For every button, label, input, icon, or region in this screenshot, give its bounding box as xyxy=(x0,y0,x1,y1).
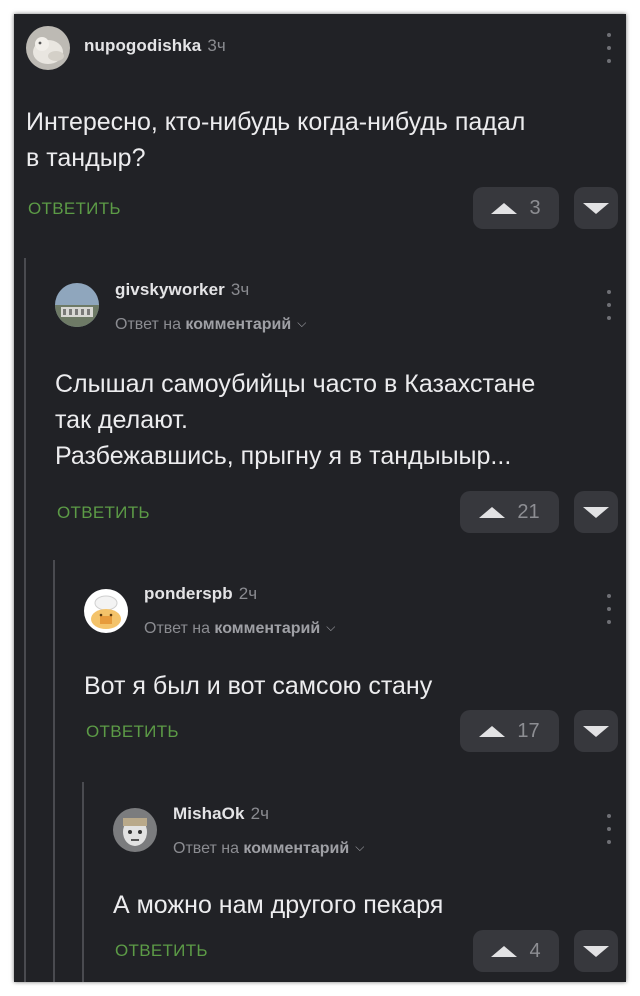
triangle-down-icon xyxy=(583,506,609,518)
comments-panel: nupogodishka 3ч Интересно, кто-нибудь ког… xyxy=(14,14,626,982)
thread-line-level-3 xyxy=(82,782,84,982)
downvote-button[interactable] xyxy=(574,710,618,752)
timestamp: 3ч xyxy=(207,36,226,55)
reply-button[interactable]: ОТВЕТИТЬ xyxy=(86,722,179,742)
reply-button[interactable]: ОТВЕТИТЬ xyxy=(57,503,150,523)
triangle-down-icon xyxy=(583,725,609,737)
avatar-cat-image xyxy=(26,26,70,70)
more-options-icon[interactable] xyxy=(604,33,614,63)
thread-line-level-1 xyxy=(24,258,26,982)
triangle-up-icon xyxy=(491,202,518,214)
upvote-button[interactable]: 4 xyxy=(473,930,559,972)
triangle-up-icon xyxy=(479,506,506,518)
timestamp: 2ч xyxy=(238,584,258,603)
reply-to-link[interactable]: Ответ на комментарий ⌵ xyxy=(115,316,306,334)
vote-count: 3 xyxy=(529,196,541,219)
vote-count: 21 xyxy=(517,500,540,523)
more-options-icon[interactable] xyxy=(604,814,614,844)
chevron-down-icon: ⌵ xyxy=(297,316,307,330)
avatar[interactable] xyxy=(26,26,70,70)
vote-count: 4 xyxy=(529,939,541,962)
comment-text: Интересно, кто-нибудь когда-нибудь падал… xyxy=(26,108,526,172)
timestamp: 2ч xyxy=(250,804,270,823)
avatar[interactable] xyxy=(113,808,157,852)
username[interactable]: ponderspb 2ч xyxy=(144,584,257,604)
chevron-down-icon: ⌵ xyxy=(326,620,336,634)
avatar-chef-image xyxy=(84,589,128,633)
reply-button[interactable]: ОТВЕТИТЬ xyxy=(28,199,121,219)
more-options-icon[interactable] xyxy=(604,290,614,320)
triangle-up-icon xyxy=(479,725,506,737)
upvote-button[interactable]: 21 xyxy=(460,491,559,533)
comment-text: Слышал самоубийцы часто в Казахстане так… xyxy=(55,370,536,470)
reply-to-link[interactable]: Ответ на комментарий ⌵ xyxy=(173,840,364,858)
chevron-down-icon: ⌵ xyxy=(355,840,365,854)
reply-to-link[interactable]: Ответ на комментарий ⌵ xyxy=(144,620,335,638)
avatar[interactable] xyxy=(84,589,128,633)
vote-count: 17 xyxy=(517,719,540,742)
avatar[interactable] xyxy=(55,283,99,327)
reply-button[interactable]: ОТВЕТИТЬ xyxy=(115,941,208,961)
triangle-up-icon xyxy=(491,945,518,957)
username[interactable]: MishaOk 2ч xyxy=(173,804,269,824)
triangle-down-icon xyxy=(583,202,609,214)
downvote-button[interactable] xyxy=(574,930,618,972)
upvote-button[interactable]: 3 xyxy=(473,187,559,229)
timestamp: 3ч xyxy=(230,280,250,299)
triangle-down-icon xyxy=(583,945,609,957)
upvote-button[interactable]: 17 xyxy=(460,710,559,752)
username[interactable]: givskyworker 3ч xyxy=(115,280,249,300)
thread-line-level-2 xyxy=(53,560,55,982)
more-options-icon[interactable] xyxy=(604,594,614,624)
downvote-button[interactable] xyxy=(574,187,618,229)
comment-text: Вот я был и вот самсою стану xyxy=(84,672,433,700)
avatar-stadium-image xyxy=(55,283,99,327)
username[interactable]: nupogodishka 3ч xyxy=(84,36,226,56)
downvote-button[interactable] xyxy=(574,491,618,533)
comment-text: А можно нам другого пекаря xyxy=(113,891,444,919)
avatar-person-image xyxy=(113,808,157,852)
